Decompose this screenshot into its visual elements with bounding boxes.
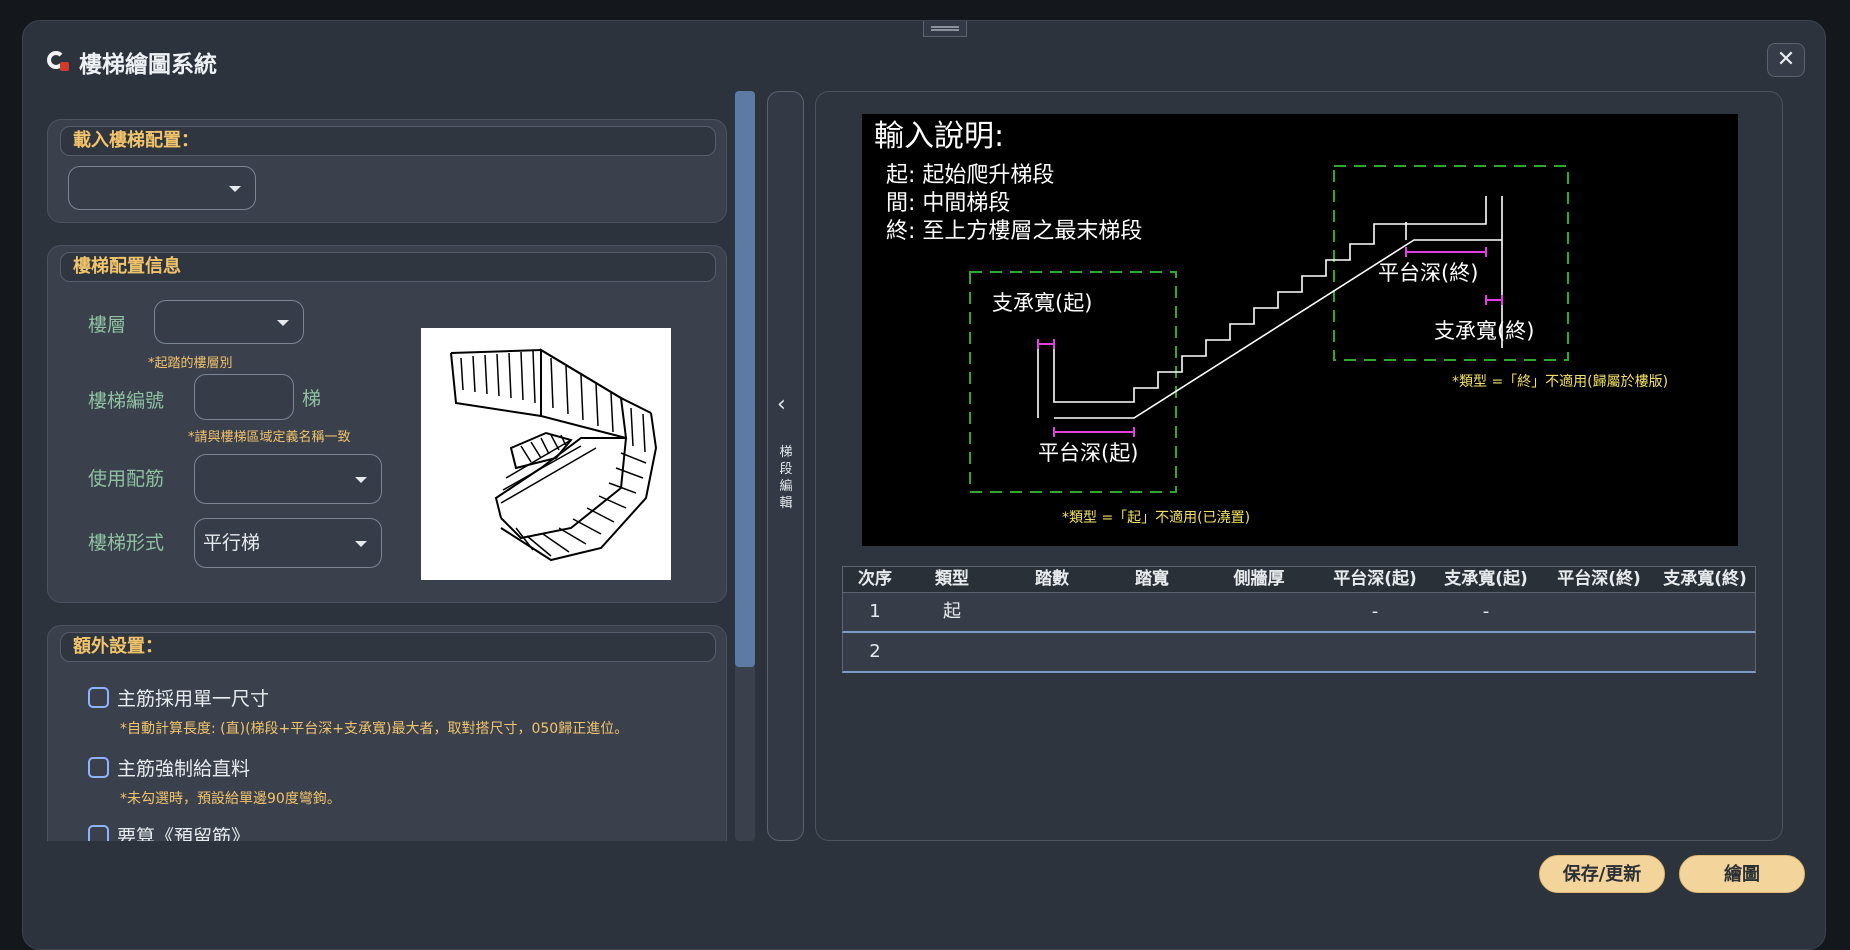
draw-button[interactable]: 繪圖	[1679, 855, 1805, 893]
input-explanation-diagram: 輸入說明: 起: 起始爬升梯段 間: 中間梯段 終: 至上方樓層之最末梯段 支承…	[862, 114, 1738, 546]
stair-form-label: 樓梯形式	[88, 532, 165, 554]
col-tread: 踏寬	[1135, 569, 1169, 589]
single-size-hint: *自動計算長度: (直)(梯段+平台深+支承寬)最大者，取對搭尺寸，050歸正進…	[120, 721, 629, 737]
chevron-down-icon	[229, 186, 241, 192]
col-landing-start: 平台深(起)	[1333, 569, 1417, 589]
segment-table: 次序 類型 踏數 踏寬 側牆厚 平台深(起) 支承寬(起) 平台深(終) 支承寬…	[842, 566, 1756, 673]
note-end-type: *類型 =「終」不適用(歸屬於樓版)	[1452, 373, 1668, 390]
floor-label: 樓層	[88, 314, 127, 336]
load-config-dropdown[interactable]	[68, 166, 256, 210]
stair-info-header: 樓梯配置信息	[60, 252, 716, 282]
rebar-label: 使用配筋	[88, 468, 165, 490]
stair-number-hint: *請與樓梯區域定義名稱一致	[188, 430, 351, 445]
floor-dropdown[interactable]	[154, 300, 304, 344]
window-title: 樓梯繪圖系統	[79, 52, 217, 78]
close-button[interactable]: ✕	[1767, 43, 1805, 77]
chevron-down-icon	[277, 320, 289, 326]
extra-settings-header: 額外設置：	[60, 632, 716, 662]
diagram-title: 輸入說明:	[874, 119, 1004, 154]
option-reserved-bar-row[interactable]: 要算《預留筋》	[88, 822, 250, 841]
option-single-size-row[interactable]: 主筋採用單一尺寸	[88, 684, 269, 711]
col-support-end: 支承寬(終)	[1663, 569, 1747, 589]
label-landing-end: 平台深(終)	[1378, 261, 1478, 285]
label-support-end: 支承寬(終)	[1434, 319, 1534, 343]
load-config-header: 載入樓梯配置：	[60, 126, 716, 156]
col-side-wall: 側牆厚	[1233, 569, 1285, 589]
legend-middle: 間: 中間梯段	[886, 191, 1010, 216]
config-pane: 載入樓梯配置： 樓梯配置信息 樓層 *起踏的樓層別 樓梯編號 梯 *請與樓梯區域…	[47, 91, 747, 841]
load-config-group: 載入樓梯配置：	[47, 119, 727, 223]
col-order: 次序	[858, 569, 892, 589]
single-size-label: 主筋採用單一尺寸	[117, 688, 270, 710]
stair-number-suffix: 梯	[302, 388, 322, 410]
floor-hint: *起踏的樓層別	[148, 356, 233, 371]
chevron-left-icon: ‹	[777, 392, 786, 417]
rebar-dropdown[interactable]	[194, 454, 382, 504]
chevron-down-icon	[355, 541, 367, 547]
label-landing-start: 平台深(起)	[1038, 441, 1138, 465]
legend-start: 起: 起始爬升梯段	[886, 163, 1054, 188]
option-straight-bar-row[interactable]: 主筋強制給直料	[88, 754, 250, 781]
col-support-start: 支承寬(起)	[1444, 569, 1528, 589]
legend-end: 終: 至上方樓層之最末梯段	[886, 219, 1142, 244]
stair-illustration	[421, 328, 671, 580]
col-landing-end: 平台深(終)	[1557, 569, 1641, 589]
segment-edit-tab[interactable]: ‹ 梯段編輯	[767, 91, 804, 841]
stair-number-input[interactable]	[194, 374, 294, 420]
straight-bar-checkbox[interactable]	[88, 757, 109, 778]
segment-edit-label: 梯段編輯	[779, 445, 793, 511]
col-type: 類型	[935, 569, 969, 589]
label-support-start: 支承寬(起)	[992, 291, 1092, 315]
drag-handle[interactable]	[923, 21, 967, 37]
reserved-bar-checkbox[interactable]	[88, 825, 109, 841]
left-pane-scrollbar[interactable]	[735, 91, 755, 841]
chevron-down-icon	[355, 477, 367, 483]
stair-form-dropdown[interactable]: 平行梯	[194, 518, 382, 568]
save-update-button[interactable]: 保存/更新	[1539, 855, 1665, 893]
stair-drawing-dialog: 樓梯繪圖系統 ✕ 載入樓梯配置： 樓梯配置信息 樓層 *起踏的樓層別 樓梯編號 …	[22, 20, 1826, 950]
table-row[interactable]: 1 起 - -	[842, 593, 1756, 633]
window-title-bar: 樓梯繪圖系統	[47, 45, 217, 79]
single-size-checkbox[interactable]	[88, 687, 109, 708]
scrollbar-thumb[interactable]	[735, 91, 755, 667]
extra-settings-group: 額外設置： 主筋採用單一尺寸 *自動計算長度: (直)(梯段+平台深+支承寬)最…	[47, 625, 727, 841]
segment-pane: 輸入說明: 起: 起始爬升梯段 間: 中間梯段 終: 至上方樓層之最末梯段 支承…	[815, 91, 1783, 841]
reserved-bar-label: 要算《預留筋》	[117, 826, 251, 841]
segment-table-header: 次序 類型 踏數 踏寬 側牆厚 平台深(起) 支承寬(起) 平台深(終) 支承寬…	[842, 566, 1756, 593]
col-steps: 踏數	[1035, 569, 1069, 589]
stair-number-label: 樓梯編號	[88, 390, 165, 412]
table-row[interactable]: 2	[842, 633, 1756, 673]
app-logo-icon	[47, 51, 69, 73]
note-start-type: *類型 =「起」不適用(已澆置)	[1062, 509, 1250, 526]
straight-bar-label: 主筋強制給直料	[117, 758, 251, 780]
straight-bar-hint: *未勾選時，預設給單邊90度彎鉤。	[120, 791, 341, 807]
